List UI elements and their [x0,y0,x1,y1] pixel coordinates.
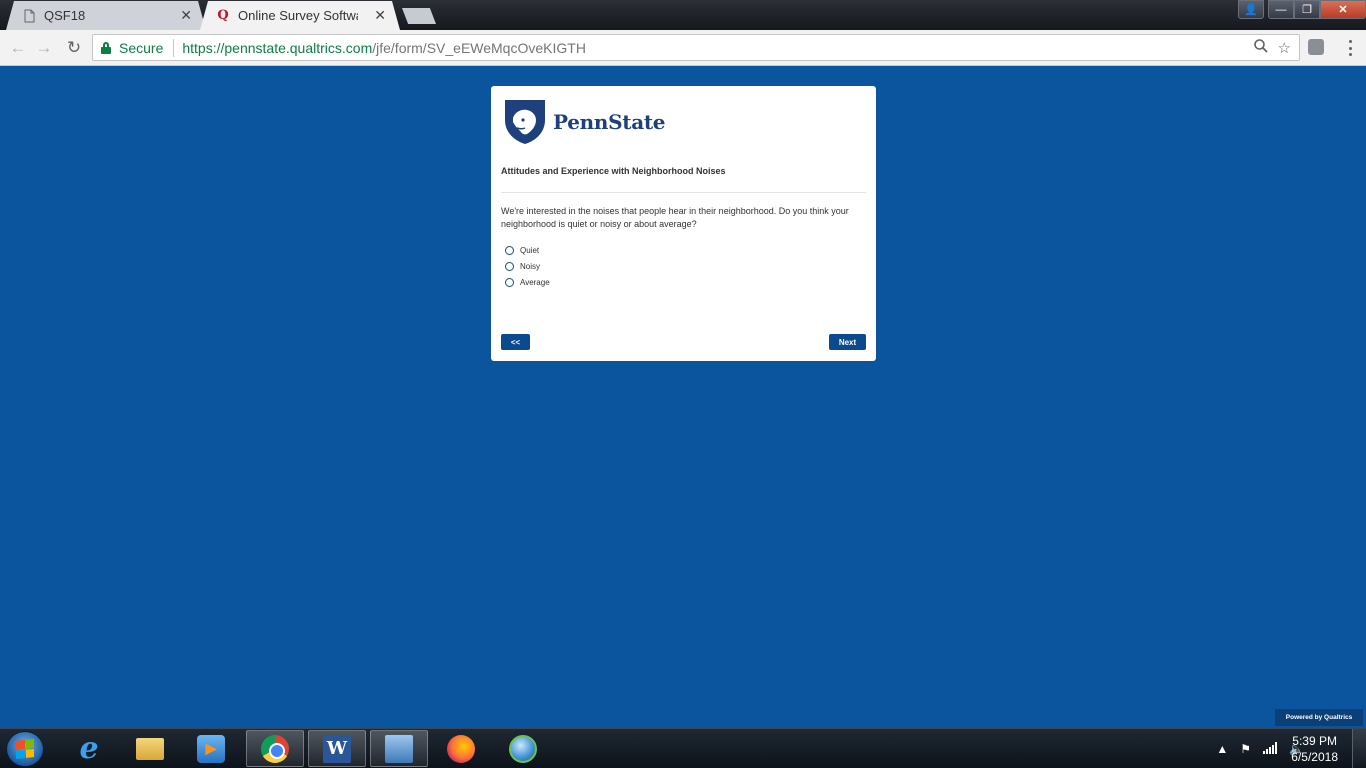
clock-date: 6/5/2018 [1291,750,1338,764]
pennstate-logo: PennState [503,98,666,146]
tab-online-survey-software[interactable]: Q Online Survey Software | ✕ [200,1,400,30]
browser-menu-icon[interactable] [1342,38,1358,58]
url-path: /jfe/form/SV_eEWeMqcOveKIGTH [372,39,586,56]
survey-card: PennState Attitudes and Experience with … [491,86,876,361]
firefox-taskbar-button[interactable] [432,730,490,767]
globe-app-taskbar-button[interactable] [494,730,552,767]
remote-desktop-taskbar-button[interactable] [370,730,428,767]
document-icon [22,8,36,24]
choice-label: Quiet [520,245,540,255]
action-center-flag-icon[interactable]: ⚑ [1240,742,1251,756]
taskbar: e ▶ W ▲ ⚑ 🔈 5:39 PM 6/5/2018 [0,728,1366,768]
address-divider [173,38,175,57]
media-player-icon: ▶ [197,734,225,763]
word-taskbar-button[interactable]: W [308,730,366,767]
url-host: https://pennstate.qualtrics.com [182,39,373,56]
question-text: We're interested in the noises that peop… [501,206,849,229]
radio-button[interactable] [505,277,514,287]
show-hidden-icons-arrow-icon[interactable]: ▲ [1216,742,1228,756]
header-divider [501,192,866,193]
reload-icon[interactable]: ↻ [62,36,86,60]
windows-logo-icon [16,739,34,759]
new-tab-button[interactable] [402,8,436,24]
tab-close-icon[interactable]: ✕ [180,7,192,24]
bookmark-star-icon[interactable]: ☆ [1278,39,1291,57]
chrome-taskbar-button[interactable] [246,730,304,767]
system-clock[interactable]: 5:39 PM 6/5/2018 [1291,733,1338,765]
browser-titlebar: QSF18 ✕ Q Online Survey Software | ✕ 👤 —… [0,0,1366,30]
choice-label: Noisy [520,261,541,271]
answer-choices: Quiet Noisy Average [505,242,550,290]
zoom-search-icon[interactable] [1253,38,1268,57]
forward-arrow-icon[interactable]: → [32,36,56,60]
back-arrow-icon[interactable]: ← [6,36,30,60]
survey-title: Attitudes and Experience with Neighborho… [501,166,726,176]
radio-button[interactable] [505,261,514,271]
internet-explorer-taskbar-button[interactable]: e [60,730,118,767]
globe-icon [509,734,537,763]
powered-by-qualtrics-link[interactable]: Powered by Qualtrics [1275,709,1363,726]
lock-icon [101,41,111,54]
folder-icon [136,737,164,760]
choice-average[interactable]: Average [505,274,550,290]
network-signal-icon[interactable] [1263,741,1278,757]
choice-label: Average [520,277,550,287]
remote-desktop-icon [385,734,413,763]
show-desktop-button[interactable] [1352,729,1366,768]
nittany-lion-shield-icon [505,100,545,144]
maximize-button[interactable]: ❐ [1294,0,1320,19]
qualtrics-q-icon: Q [217,8,229,23]
extension-icon[interactable] [1308,39,1324,55]
chrome-icon [261,734,289,763]
internet-explorer-icon: e [79,731,99,766]
choice-noisy[interactable]: Noisy [505,258,550,274]
choice-quiet[interactable]: Quiet [505,242,550,258]
back-button[interactable]: << [501,334,530,350]
clock-time: 5:39 PM [1292,734,1337,748]
file-explorer-taskbar-button[interactable] [121,730,179,767]
tab-qsf18[interactable]: QSF18 ✕ [6,1,206,30]
tab-label: QSF18 [44,8,86,23]
window-controls: 👤 — ❐ ✕ [1238,0,1366,20]
radio-button[interactable] [505,245,514,255]
next-button[interactable]: Next [829,334,866,350]
word-icon: W [323,734,351,763]
tab-label: Online Survey Software | [238,8,358,23]
media-player-taskbar-button[interactable]: ▶ [182,730,240,767]
browser-toolbar: ← → ↻ Secure https://pennstate.qualtrics… [0,30,1366,66]
address-bar[interactable]: Secure https://pennstate.qualtrics.com /… [92,34,1300,61]
start-button[interactable] [6,731,44,767]
close-window-button[interactable]: ✕ [1320,0,1366,19]
firefox-icon [447,734,475,763]
user-profile-icon[interactable]: 👤 [1238,0,1264,19]
logo-wordmark: PennState [553,110,666,134]
minimize-button[interactable]: — [1268,0,1294,19]
secure-label: Secure [119,39,164,56]
tab-close-icon[interactable]: ✕ [374,7,386,24]
